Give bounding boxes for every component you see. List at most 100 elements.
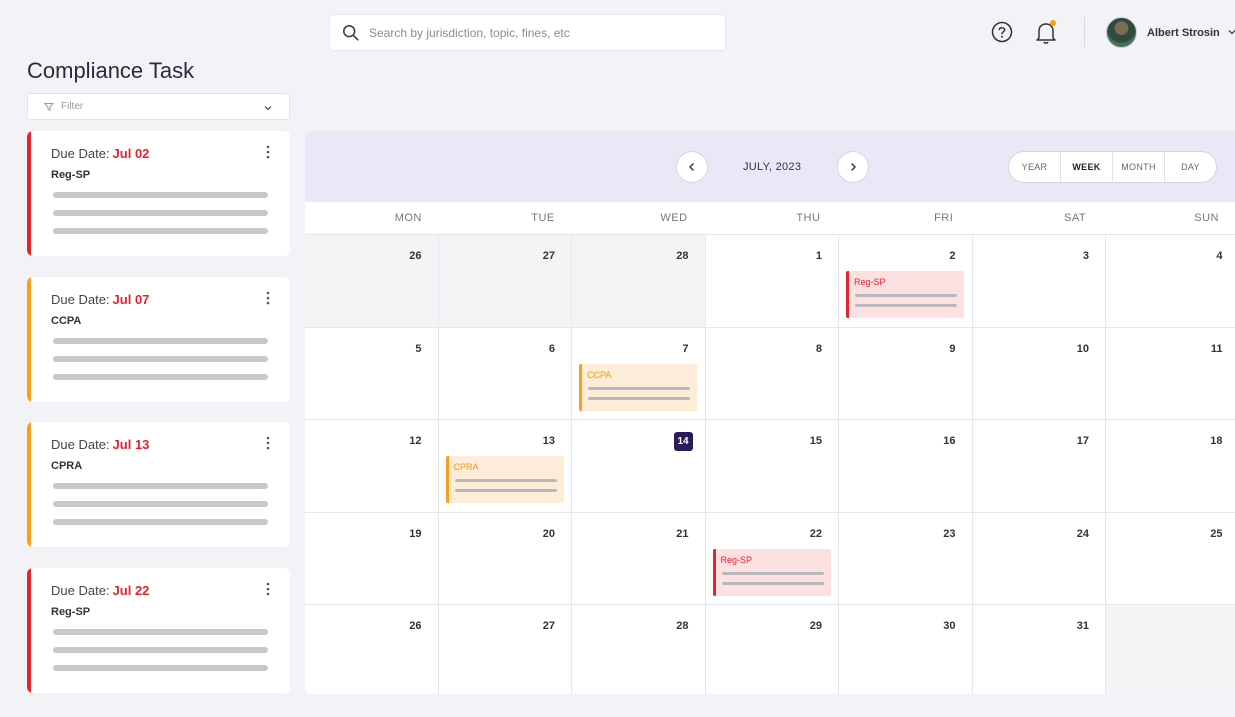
calendar-day-cell[interactable]: 31 (972, 604, 1106, 694)
calendar-day-cell[interactable]: 21 (572, 511, 706, 605)
calendar-day-cell[interactable]: 22 Reg-SP (705, 511, 839, 605)
date-number: 2 (949, 250, 956, 262)
notification-bell-icon[interactable] (1034, 19, 1058, 45)
next-month-button[interactable] (837, 151, 869, 183)
event-title: Reg-SP (854, 277, 886, 287)
avatar[interactable] (1106, 17, 1137, 48)
calendar-day-cell[interactable]: 28 (572, 604, 706, 694)
placeholder-line (53, 647, 268, 653)
date-number: 6 (548, 342, 555, 355)
date-number: 27 (542, 250, 555, 262)
calendar-day-cell[interactable]: 27 (438, 234, 572, 327)
due-date-label: Due Date: (51, 292, 110, 307)
calendar-day-cell[interactable]: 16 (839, 419, 973, 512)
date-number: 3 (1082, 250, 1089, 262)
calendar-day-cell[interactable]: 10 (972, 326, 1106, 420)
event-title: CCPA (587, 369, 612, 380)
more-options-icon[interactable] (266, 436, 270, 450)
date-number: 1 (815, 250, 822, 262)
calendar-day-cell[interactable] (1106, 604, 1235, 694)
calendar-day-cell[interactable]: 12 (305, 419, 439, 512)
calendar-day-cell[interactable]: 7 CCPA (572, 326, 706, 420)
view-option-month[interactable]: MONTH (1113, 152, 1165, 182)
filter-dropdown[interactable]: Filter (27, 93, 290, 120)
calendar-day-cell[interactable]: 30 (839, 604, 973, 694)
date-number: 4 (1216, 250, 1223, 262)
task-priority-bar (27, 131, 31, 256)
calendar-day-cell[interactable]: 18 (1106, 419, 1235, 512)
search-bar[interactable] (329, 14, 726, 51)
calendar-day-cell[interactable]: 20 (438, 511, 572, 605)
placeholder-line (53, 192, 268, 198)
chevron-down-icon[interactable] (1227, 27, 1235, 37)
task-card[interactable]: Due Date: Jul 13 CPRA (27, 422, 290, 547)
calendar-day-cell[interactable]: 8 (705, 326, 839, 420)
calendar-day-cell[interactable]: 27 (438, 604, 572, 694)
calendar-day-cell[interactable]: 24 (972, 511, 1106, 605)
more-options-icon[interactable] (266, 291, 270, 305)
event-color-bar (712, 548, 716, 596)
event-title: Reg-SP (720, 554, 753, 565)
date-number: 23 (943, 527, 956, 540)
calendar-day-cell[interactable]: 6 (438, 326, 572, 420)
day-of-week-sat: SAT (1064, 212, 1087, 224)
placeholder-line (53, 501, 268, 507)
view-option-year[interactable]: YEAR (1009, 152, 1061, 182)
calendar-event[interactable]: Reg-SP (846, 271, 964, 318)
calendar-day-cell[interactable]: 11 (1106, 326, 1235, 420)
calendar-day-cell[interactable]: 1 (705, 234, 839, 327)
event-title: CPRA (453, 462, 479, 473)
calendar-day-cell[interactable]: 25 (1106, 511, 1235, 605)
task-card[interactable]: Due Date: Jul 02 Reg-SP (27, 131, 290, 256)
placeholder-line (588, 396, 690, 400)
date-number: 13 (542, 435, 555, 448)
more-options-icon[interactable] (266, 582, 270, 596)
date-number: 5 (415, 342, 422, 355)
date-number: 25 (1210, 527, 1223, 540)
placeholder-line (53, 374, 268, 380)
date-number: 24 (1076, 527, 1089, 540)
calendar-day-cell[interactable]: 23 (839, 511, 973, 605)
calendar-day-cell[interactable]: 9 (839, 326, 973, 420)
view-option-day[interactable]: DAY (1165, 152, 1216, 182)
help-icon[interactable] (991, 21, 1013, 43)
placeholder-line (53, 210, 268, 216)
calendar-day-cell[interactable]: 26 (305, 604, 439, 694)
calendar-day-cell[interactable]: 15 (705, 419, 839, 512)
search-input[interactable] (369, 25, 709, 40)
calendar-day-cell[interactable]: 26 (305, 234, 439, 327)
calendar-day-cell[interactable]: 13 CPRA (438, 419, 572, 512)
calendar-day-cell[interactable]: 4 (1106, 234, 1235, 327)
date-number: 19 (409, 527, 422, 540)
user-name[interactable]: Albert Strosin (1147, 27, 1220, 39)
placeholder-line (721, 571, 824, 575)
calendar-day-cell[interactable]: 19 (305, 511, 439, 605)
today-date-number: 14 (673, 432, 693, 452)
calendar-event[interactable]: CPRA (445, 456, 564, 504)
more-options-icon[interactable] (266, 145, 270, 159)
calendar-day-cell[interactable]: 28 (572, 234, 706, 327)
prev-month-button[interactable] (676, 151, 708, 183)
view-option-week[interactable]: WEEK (1061, 152, 1113, 182)
calendar-day-cell[interactable]: 3 (972, 234, 1106, 327)
task-due-date: Due Date: Jul 13 (51, 437, 149, 452)
chevron-left-icon (689, 163, 694, 171)
due-date-value: Jul 13 (112, 437, 150, 452)
placeholder-line (53, 338, 268, 344)
page-title: Compliance Task (27, 58, 195, 83)
calendar-day-cell[interactable]: 29 (705, 604, 839, 694)
task-name: Reg-SP (51, 169, 91, 181)
task-card[interactable]: Due Date: Jul 07 CCPA (27, 277, 290, 402)
calendar-day-cell[interactable]: 14 (572, 419, 706, 512)
days-of-week-row: MON TUE WED THU FRI SAT SUN (305, 202, 1235, 234)
calendar-event[interactable]: CCPA (579, 363, 697, 411)
date-number: 10 (1076, 342, 1089, 355)
calendar-day-cell[interactable]: 5 (305, 326, 439, 420)
calendar-day-cell[interactable]: 17 (972, 419, 1106, 512)
calendar-day-cell[interactable]: 2 Reg-SP (839, 234, 973, 327)
day-of-week-wed: WED (660, 212, 688, 224)
task-card[interactable]: Due Date: Jul 22 Reg-SP (27, 568, 290, 693)
date-number: 11 (1210, 342, 1223, 355)
calendar-event[interactable]: Reg-SP (712, 548, 831, 596)
view-toggle: YEAR WEEK MONTH DAY (1008, 151, 1217, 183)
